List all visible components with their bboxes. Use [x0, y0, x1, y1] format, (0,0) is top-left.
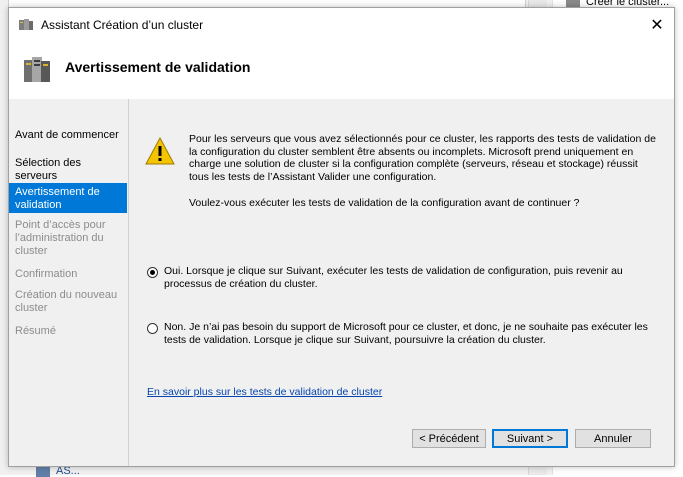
step-resume: Résumé	[9, 325, 127, 338]
warning-message: Pour les serveurs que vous avez sélectio…	[189, 133, 656, 183]
close-button[interactable]: ✕	[640, 8, 674, 41]
warning-icon	[145, 137, 175, 165]
step-label: Avertissement de validation	[15, 186, 100, 211]
dialog-title: Assistant Création d’un cluster	[41, 18, 204, 32]
step-avant-de-commencer[interactable]: Avant de commencer	[9, 129, 127, 142]
step-label: Sélection des serveurs	[15, 157, 82, 182]
radio-option-no[interactable]: Non. Je n’ai pas besoin du support de Mi…	[147, 321, 654, 346]
learn-more-link[interactable]: En savoir plus sur les tests de validati…	[147, 386, 382, 398]
next-button[interactable]: Suivant >	[492, 429, 568, 448]
wizard-header: Avertissement de validation	[9, 41, 674, 100]
radio-no-label[interactable]: Non. Je n’ai pas besoin du support de Mi…	[164, 321, 654, 346]
title-bar[interactable]: Assistant Création d’un cluster ✕	[9, 8, 674, 41]
radio-option-yes[interactable]: Oui. Lorsque je clique sur Suivant, exéc…	[147, 265, 654, 290]
step-point-acces: Point d’accès pour l’administration du c…	[9, 219, 127, 258]
step-label: Résumé	[15, 325, 56, 337]
step-label: Avant de commencer	[15, 129, 119, 141]
radio-yes-label[interactable]: Oui. Lorsque je clique sur Suivant, exéc…	[164, 265, 654, 290]
close-icon: ✕	[650, 16, 664, 34]
cluster-wizard-icon	[19, 19, 33, 30]
radio-yes[interactable]	[147, 267, 158, 278]
step-confirmation: Confirmation	[9, 268, 127, 281]
page-title: Avertissement de validation	[65, 59, 251, 75]
step-label: Création du nouveau cluster	[15, 289, 118, 314]
wizard-dialog: Assistant Création d’un cluster ✕ Averti…	[8, 7, 675, 467]
wizard-content: Pour les serveurs que vous avez sélectio…	[129, 99, 674, 466]
validation-question: Voulez-vous exécuter les tests de valida…	[189, 197, 580, 209]
radio-no[interactable]	[147, 323, 158, 334]
previous-button[interactable]: < Précédent	[412, 429, 486, 448]
wizard-steps-sidebar: Avant de commencer Sélection des serveur…	[9, 99, 129, 466]
step-selection-serveurs[interactable]: Sélection des serveurs	[9, 157, 127, 183]
step-avertissement-validation[interactable]: Avertissement de validation	[9, 183, 127, 213]
step-label: Confirmation	[15, 268, 78, 280]
step-label: Point d’accès pour l’administration du c…	[15, 219, 106, 257]
step-creation-cluster: Création du nouveau cluster	[9, 289, 127, 315]
cancel-button[interactable]: Annuler	[575, 429, 651, 448]
cluster-servers-icon	[24, 57, 50, 82]
